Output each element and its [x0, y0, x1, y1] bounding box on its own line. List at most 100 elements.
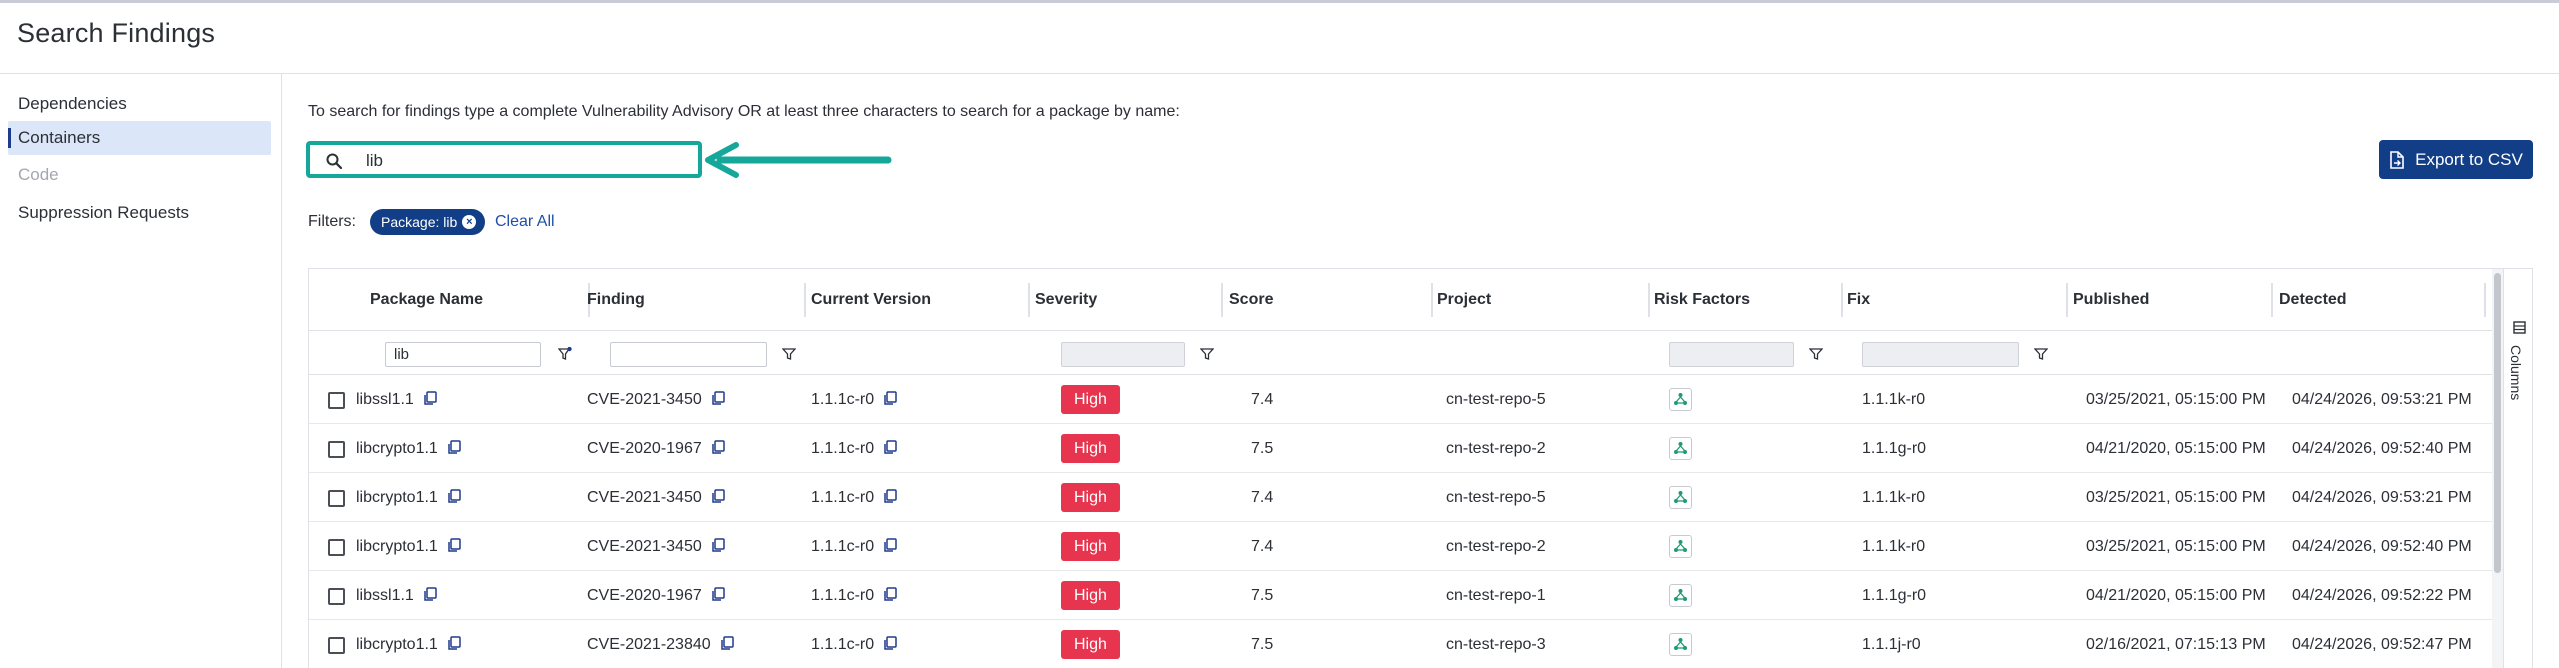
sidebar-item-dependencies[interactable]: Dependencies — [8, 87, 271, 121]
score-cell: 7.5 — [1251, 636, 1274, 653]
sidebar-item-containers[interactable]: Containers — [8, 121, 271, 155]
package-name-cell: libssl1.1 — [356, 571, 437, 620]
column-header-package-name[interactable]: Package Name — [356, 269, 483, 331]
table-row[interactable]: libcrypto1.1 CVE-2021-3450 1.1.1c-r0 Hig… — [309, 522, 2492, 571]
columns-panel-toggle[interactable]: Columns — [2503, 269, 2532, 668]
network-risk-icon — [1674, 393, 1687, 405]
copy-icon[interactable] — [447, 636, 461, 651]
column-header-detected[interactable]: Detected — [2265, 269, 2347, 331]
detected-cell: 04/24/2026, 09:53:21 PM — [2292, 489, 2472, 506]
risk-factor-icon[interactable] — [1669, 388, 1692, 411]
copy-icon[interactable] — [423, 391, 437, 406]
package-name-text: libcrypto1.1 — [356, 636, 438, 653]
remove-filter-icon[interactable]: × — [462, 215, 477, 229]
package-name-filter-input[interactable] — [385, 342, 541, 367]
current-version-text: 1.1.1c-r0 — [811, 440, 875, 457]
row-checkbox[interactable] — [328, 588, 345, 605]
column-header-finding[interactable]: Finding — [573, 269, 645, 331]
copy-icon[interactable] — [711, 538, 725, 553]
export-file-icon — [2390, 150, 2404, 169]
copy-icon[interactable] — [720, 636, 734, 651]
copy-icon[interactable] — [883, 636, 897, 651]
copy-icon[interactable] — [711, 489, 725, 504]
finding-cell: CVE-2021-23840 — [587, 620, 734, 668]
active-filter-icon[interactable] — [558, 347, 572, 361]
column-header-project[interactable]: Project — [1423, 269, 1491, 331]
copy-icon[interactable] — [711, 587, 725, 602]
network-risk-icon — [1674, 491, 1687, 503]
row-checkbox[interactable] — [328, 637, 345, 654]
copy-icon[interactable] — [423, 587, 437, 602]
copy-icon[interactable] — [883, 538, 897, 553]
copy-icon[interactable] — [447, 538, 461, 553]
table-row[interactable]: libcrypto1.1 CVE-2020-1967 1.1.1c-r0 Hig… — [309, 424, 2492, 473]
project-cell: cn-test-repo-2 — [1446, 538, 1546, 555]
finding-cell: CVE-2020-1967 — [587, 424, 725, 473]
project-cell: cn-test-repo-5 — [1446, 489, 1546, 506]
copy-icon[interactable] — [711, 440, 725, 455]
findings-grid: Package Name Finding Current Version Sev… — [308, 268, 2533, 668]
filter-icon[interactable] — [782, 347, 796, 361]
severity-cell: High — [1061, 620, 1120, 668]
clear-all-link[interactable]: Clear All — [495, 213, 555, 231]
column-separator[interactable] — [2484, 283, 2486, 317]
finding-cell: CVE-2020-1967 — [587, 571, 725, 620]
finding-filter-input[interactable] — [610, 342, 767, 367]
columns-icon — [2513, 321, 2526, 334]
row-checkbox[interactable] — [328, 539, 345, 556]
search-box[interactable] — [306, 141, 702, 178]
finding-text[interactable]: CVE-2021-23840 — [587, 636, 711, 653]
column-header-risk-factors[interactable]: Risk Factors — [1640, 269, 1750, 331]
copy-icon[interactable] — [711, 391, 725, 406]
finding-text[interactable]: CVE-2020-1967 — [587, 440, 702, 457]
column-header-current-version[interactable]: Current Version — [797, 269, 931, 331]
risk-factor-icon[interactable] — [1669, 633, 1692, 656]
score-cell: 7.5 — [1251, 440, 1274, 457]
table-row[interactable]: libssl1.1 CVE-2020-1967 1.1.1c-r0 High 7… — [309, 571, 2492, 620]
row-checkbox[interactable] — [328, 441, 345, 458]
filter-chip-package[interactable]: Package: lib × — [370, 209, 486, 235]
row-checkbox[interactable] — [328, 392, 345, 409]
network-risk-icon — [1674, 589, 1687, 601]
severity-filter-select[interactable] — [1061, 342, 1185, 367]
search-input[interactable] — [366, 149, 686, 173]
vertical-scrollbar[interactable] — [2492, 269, 2503, 668]
scrollbar-thumb[interactable] — [2494, 273, 2501, 573]
row-checkbox[interactable] — [328, 490, 345, 507]
finding-text[interactable]: CVE-2021-3450 — [587, 391, 702, 408]
copy-icon[interactable] — [883, 587, 897, 602]
current-version-cell: 1.1.1c-r0 — [811, 424, 897, 473]
export-csv-button[interactable]: Export to CSV — [2379, 140, 2533, 179]
column-header-fix[interactable]: Fix — [1833, 269, 1870, 331]
filter-icon[interactable] — [1200, 347, 1214, 361]
copy-icon[interactable] — [883, 440, 897, 455]
sidebar-item-suppression-requests[interactable]: Suppression Requests — [8, 196, 271, 230]
detected-cell: 04/24/2026, 09:52:47 PM — [2292, 636, 2472, 653]
fix-filter-select[interactable] — [1862, 342, 2019, 367]
column-header-score[interactable]: Score — [1215, 269, 1273, 331]
copy-icon[interactable] — [447, 440, 461, 455]
finding-text[interactable]: CVE-2020-1967 — [587, 587, 702, 604]
finding-text[interactable]: CVE-2021-3450 — [587, 538, 702, 555]
package-name-cell: libcrypto1.1 — [356, 473, 461, 522]
risk-factor-icon[interactable] — [1669, 584, 1692, 607]
sidebar-item-code: Code — [18, 165, 59, 184]
table-row[interactable]: libcrypto1.1 CVE-2021-23840 1.1.1c-r0 Hi… — [309, 620, 2492, 668]
filter-icon[interactable] — [2034, 347, 2048, 361]
columns-panel-label: Columns — [2508, 345, 2524, 401]
table-row[interactable]: libssl1.1 CVE-2021-3450 1.1.1c-r0 High 7… — [309, 375, 2492, 424]
copy-icon[interactable] — [883, 391, 897, 406]
risk-factors-filter-select[interactable] — [1669, 342, 1794, 367]
table-row[interactable]: libcrypto1.1 CVE-2021-3450 1.1.1c-r0 Hig… — [309, 473, 2492, 522]
copy-icon[interactable] — [447, 489, 461, 504]
finding-text[interactable]: CVE-2021-3450 — [587, 489, 702, 506]
column-header-published[interactable]: Published — [2059, 269, 2149, 331]
risk-factor-icon[interactable] — [1669, 437, 1692, 460]
risk-factor-icon[interactable] — [1669, 535, 1692, 558]
copy-icon[interactable] — [883, 489, 897, 504]
risk-factor-icon[interactable] — [1669, 486, 1692, 509]
column-header-severity[interactable]: Severity — [1021, 269, 1097, 331]
search-icon — [326, 153, 342, 169]
score-cell: 7.5 — [1251, 587, 1274, 604]
filter-icon[interactable] — [1809, 347, 1823, 361]
